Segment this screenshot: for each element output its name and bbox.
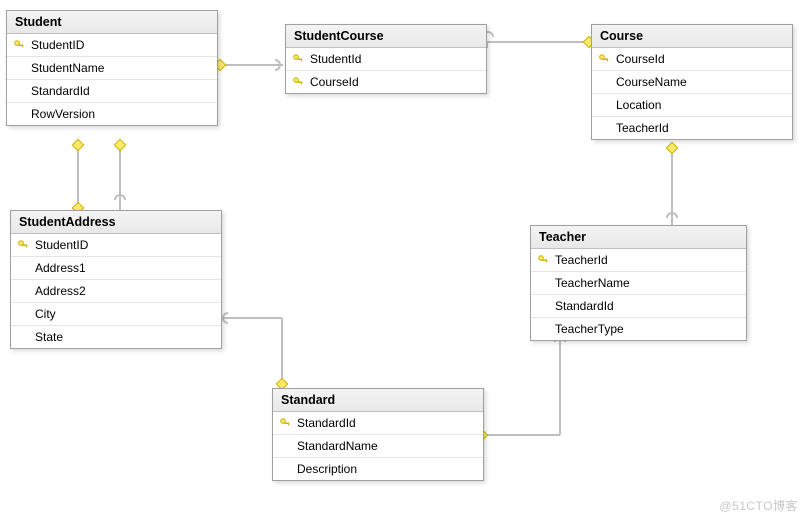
field-row: Location [592, 94, 792, 117]
field-row: City [11, 303, 221, 326]
entity-title: StudentCourse [286, 25, 486, 48]
field-row: TeacherType [531, 318, 746, 340]
field-name: RowVersion [27, 107, 95, 121]
field-name: StudentID [31, 238, 88, 252]
field-name: StandardId [551, 299, 614, 313]
field-name: CourseName [612, 75, 687, 89]
field-row: TeacherId [592, 117, 792, 139]
field-row: CourseName [592, 71, 792, 94]
field-row: StudentID [11, 234, 221, 257]
field-name: TeacherType [551, 322, 624, 336]
field-name: StandardId [293, 416, 356, 430]
entity-title: Teacher [531, 226, 746, 249]
field-name: StudentId [306, 52, 361, 66]
entity-student[interactable]: Student StudentID StudentName StandardId… [6, 10, 218, 126]
field-row: TeacherId [531, 249, 746, 272]
field-name: StudentID [27, 38, 84, 52]
entity-standard[interactable]: Standard StandardId StandardName Descrip… [272, 388, 484, 481]
entity-course[interactable]: Course CourseId CourseName Location Teac… [591, 24, 793, 140]
field-row: State [11, 326, 221, 348]
field-row: TeacherName [531, 272, 746, 295]
field-name: TeacherId [551, 253, 608, 267]
primary-key-icon [292, 53, 304, 65]
primary-key-icon [13, 39, 25, 51]
field-name: StandardId [27, 84, 90, 98]
field-row: StudentID [7, 34, 217, 57]
entity-studentaddress[interactable]: StudentAddress StudentID Address1 Addres… [10, 210, 222, 349]
primary-key-icon [537, 254, 549, 266]
field-name: Address2 [31, 284, 86, 298]
field-name: Location [612, 98, 661, 112]
entity-title: Course [592, 25, 792, 48]
primary-key-icon [598, 53, 610, 65]
field-row: CourseId [286, 71, 486, 93]
entity-title: Student [7, 11, 217, 34]
field-row: StandardId [531, 295, 746, 318]
field-name: City [31, 307, 56, 321]
field-row: StandardId [273, 412, 483, 435]
field-row: Description [273, 458, 483, 480]
field-row: Address1 [11, 257, 221, 280]
primary-key-icon [279, 417, 291, 429]
field-name: CourseId [612, 52, 665, 66]
field-row: StandardName [273, 435, 483, 458]
field-name: StudentName [27, 61, 104, 75]
entity-title: StudentAddress [11, 211, 221, 234]
entity-studentcourse[interactable]: StudentCourse StudentId CourseId [285, 24, 487, 94]
field-name: StandardName [293, 439, 378, 453]
watermark: @51CTO博客 [719, 497, 798, 514]
field-name: Description [293, 462, 357, 476]
field-name: TeacherName [551, 276, 630, 290]
field-row: CourseId [592, 48, 792, 71]
field-name: TeacherId [612, 121, 669, 135]
field-row: RowVersion [7, 103, 217, 125]
primary-key-icon [292, 76, 304, 88]
field-row: StandardId [7, 80, 217, 103]
field-name: CourseId [306, 75, 359, 89]
field-row: Address2 [11, 280, 221, 303]
field-name: Address1 [31, 261, 86, 275]
entity-teacher[interactable]: Teacher TeacherId TeacherName StandardId… [530, 225, 747, 341]
primary-key-icon [17, 239, 29, 251]
field-name: State [31, 330, 63, 344]
field-row: StudentName [7, 57, 217, 80]
field-row: StudentId [286, 48, 486, 71]
entity-title: Standard [273, 389, 483, 412]
